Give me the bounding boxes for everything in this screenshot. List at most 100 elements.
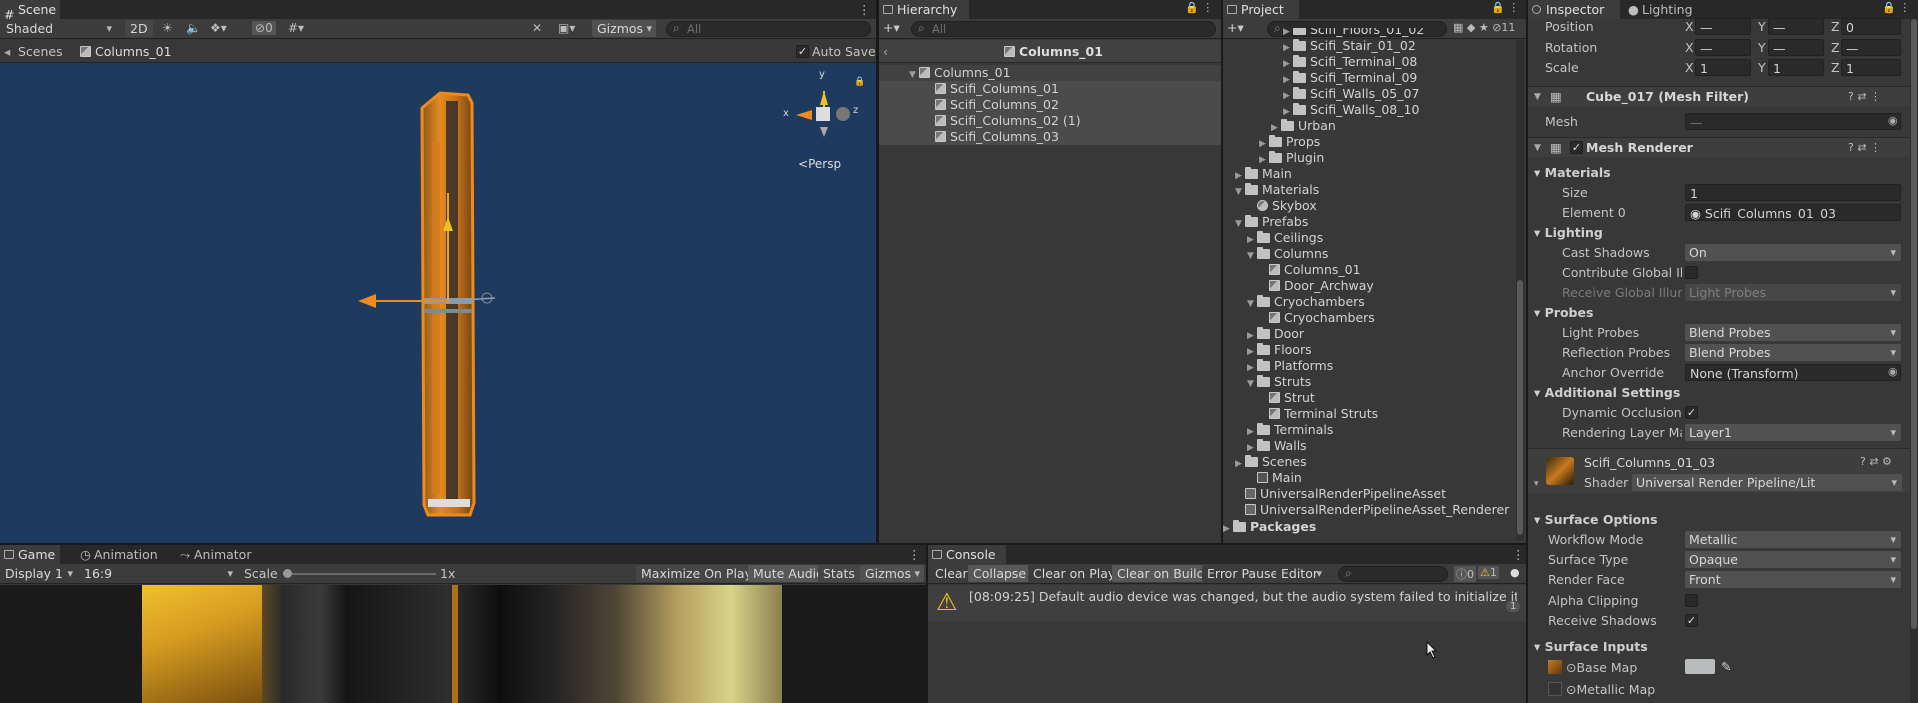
clear-button[interactable]: Clear	[930, 565, 973, 582]
contribute-gi-checkbox[interactable]	[1685, 266, 1698, 279]
light-probes-dropdown[interactable]: Blend Probes	[1685, 324, 1901, 341]
scene-viewport[interactable]: y x z 🔒 <Persp	[0, 63, 876, 543]
display-dropdown[interactable]: Display 1	[0, 565, 77, 582]
alpha-clipping-checkbox[interactable]	[1685, 594, 1698, 607]
visibility-toggle-icon[interactable]: ⊘0	[252, 21, 276, 35]
warning-count-toggle[interactable]: ⚠1	[1478, 566, 1499, 579]
project-item[interactable]: ▼ Materials	[1235, 182, 1319, 198]
foldout-arrow-icon[interactable]: ▼	[1247, 296, 1257, 312]
workflow-mode-dropdown[interactable]: Metallic	[1685, 531, 1901, 548]
position-z-field[interactable]: 0	[1841, 18, 1901, 35]
project-item[interactable]: ▶ Scenes	[1235, 454, 1307, 470]
hierarchy-root[interactable]: ▼ Columns_01	[909, 65, 1011, 81]
scale-x-field[interactable]: 1	[1695, 59, 1751, 76]
hierarchy-item[interactable]: Scifi_Columns_02 (1)	[879, 113, 1221, 129]
component-menu-icons[interactable]: ? ⇄ ⋮	[1848, 138, 1881, 158]
probes-foldout[interactable]: ▾ Probes	[1534, 305, 1593, 320]
hierarchy-item[interactable]: Scifi_Columns_01	[879, 81, 1221, 97]
hierarchy-add-button[interactable]: +▾	[883, 20, 900, 35]
foldout-arrow-icon[interactable]: ▼	[1247, 376, 1257, 392]
material-header[interactable]: Scifi_Columns_01_03 ? ⇄ ⚙ Shader Univers…	[1528, 448, 1918, 493]
orientation-gizmo[interactable]	[796, 91, 850, 137]
console-menu-icon[interactable]: ⋮	[1512, 547, 1525, 562]
project-item[interactable]: Door_Archway	[1259, 278, 1374, 294]
project-item[interactable]: ▶ Ceilings	[1247, 230, 1323, 246]
size-field[interactable]: 1	[1685, 184, 1901, 201]
hierarchy-lock-icon[interactable]: 🔒 ⋮	[1185, 1, 1213, 14]
scale-y-field[interactable]: 1	[1768, 59, 1824, 76]
project-item[interactable]: ▶ Main	[1235, 166, 1292, 182]
breadcrumb-columns[interactable]: Columns_01	[80, 44, 172, 59]
scene-search-input[interactable]: All	[666, 21, 871, 37]
additional-settings-foldout[interactable]: ▾ Additional Settings	[1534, 385, 1680, 400]
foldout-arrow-icon[interactable]: ▶	[1235, 456, 1245, 472]
tab-animator[interactable]: ⤳ Animator	[176, 545, 259, 564]
project-item[interactable]: UniversalRenderPipelineAsset_Renderer	[1235, 502, 1509, 518]
effects-toggle-icon[interactable]: ❖▾	[210, 21, 227, 35]
project-item[interactable]: ▼ Prefabs	[1235, 214, 1308, 230]
stats-button[interactable]: Stats	[818, 565, 860, 582]
auto-save-checkbox[interactable]: ✓	[796, 45, 809, 58]
render-face-dropdown[interactable]: Front	[1685, 571, 1901, 588]
project-item[interactable]: ▶ Door	[1247, 326, 1304, 342]
info-count-toggle[interactable]: ⓘ0	[1454, 566, 1476, 582]
gizmos-dropdown[interactable]: Gizmos	[592, 20, 656, 37]
tab-animation[interactable]: ◷ Animation	[76, 545, 166, 564]
base-map-thumbnail[interactable]	[1548, 660, 1562, 674]
clear-on-play-button[interactable]: Clear on Play	[1028, 565, 1121, 582]
tab-lighting[interactable]: ● Lighting	[1624, 0, 1708, 19]
project-item[interactable]: ▶ Urban	[1271, 118, 1336, 134]
project-item[interactable]: ▶ Props	[1259, 134, 1320, 150]
component-menu-icons[interactable]: ? ⇄ ⚙	[1860, 455, 1892, 468]
surface-options-foldout[interactable]: ▾ Surface Options	[1534, 512, 1658, 527]
project-lock-icon[interactable]: 🔒 ⋮	[1491, 1, 1519, 14]
project-item[interactable]: ▼ Columns	[1247, 246, 1328, 262]
2d-toggle[interactable]: 2D	[125, 20, 153, 37]
error-pause-button[interactable]: Error Pause	[1202, 565, 1284, 582]
component-menu-icons[interactable]: ? ⇄ ⋮	[1848, 87, 1881, 107]
column-model[interactable]	[0, 63, 876, 543]
metallic-map-thumbnail[interactable]	[1548, 682, 1562, 696]
surface-type-dropdown[interactable]: Opaque	[1685, 551, 1901, 568]
inspector-lock-icon[interactable]: 🔒 ⋮	[1882, 1, 1910, 14]
tab-console[interactable]: Console	[928, 545, 1006, 564]
tools-icon[interactable]: ✕	[532, 21, 542, 35]
surface-inputs-foldout[interactable]: ▾ Surface Inputs	[1534, 639, 1648, 654]
breadcrumb-scenes[interactable]: Scenes	[18, 44, 63, 59]
rendering-layer-dropdown[interactable]: Layer1	[1685, 424, 1901, 441]
rotation-x-field[interactable]: —	[1695, 39, 1751, 56]
rotation-z-field[interactable]: —	[1841, 39, 1901, 56]
project-item[interactable]: ▼ Cryochambers	[1247, 294, 1365, 310]
project-item[interactable]: Strut	[1259, 390, 1315, 406]
foldout-arrow-icon[interactable]: ▶	[1223, 521, 1233, 537]
error-count-toggle[interactable]: ●	[1510, 566, 1520, 579]
project-item[interactable]: ▶ Packages	[1223, 519, 1316, 535]
project-item[interactable]: ▶ Scifi_Terminal_09	[1283, 70, 1417, 86]
clear-on-build-button[interactable]: Clear on Build	[1112, 565, 1210, 582]
project-item[interactable]: ▶ Scifi_Terminal_08	[1283, 54, 1417, 70]
scale-slider[interactable]	[283, 569, 436, 578]
project-item[interactable]: ▶ Scifi_Walls_05_07	[1283, 86, 1419, 102]
audio-toggle-icon[interactable]: 🔈	[186, 21, 201, 35]
project-item[interactable]: Main	[1247, 470, 1302, 486]
hierarchy-search-input[interactable]: All	[911, 21, 1216, 37]
breadcrumb-back-icon[interactable]: ◂	[4, 44, 10, 59]
receive-shadows-checkbox[interactable]: ✓	[1685, 614, 1698, 627]
project-item[interactable]: ▶ Plugin	[1259, 150, 1324, 166]
collapse-button[interactable]: Collapse	[968, 565, 1032, 582]
tab-hierarchy[interactable]: Hierarchy	[879, 0, 969, 19]
tab-project[interactable]: Project	[1223, 0, 1299, 19]
project-item[interactable]: Cryochambers	[1259, 310, 1375, 326]
mesh-field[interactable]: —	[1685, 113, 1901, 130]
game-menu-icon[interactable]: ⋮	[908, 547, 921, 562]
materials-foldout[interactable]: ▾ Materials	[1534, 165, 1611, 180]
position-x-field[interactable]: —	[1695, 18, 1751, 35]
game-gizmos-dropdown[interactable]: Gizmos	[860, 565, 924, 582]
project-item[interactable]: ▶ Scifi_Walls_08_10	[1283, 102, 1419, 118]
foldout-arrow-icon[interactable]: ▼	[1247, 248, 1257, 264]
mesh-filter-header[interactable]: ▼ ▦ Cube_017 (Mesh Filter) ? ⇄ ⋮	[1528, 86, 1918, 106]
reflection-probes-dropdown[interactable]: Blend Probes	[1685, 344, 1901, 361]
eyedropper-icon[interactable]: ✎	[1721, 659, 1731, 674]
foldout-arrow-icon[interactable]: ▼	[1235, 184, 1245, 200]
project-item[interactable]: ▼ Struts	[1247, 374, 1311, 390]
